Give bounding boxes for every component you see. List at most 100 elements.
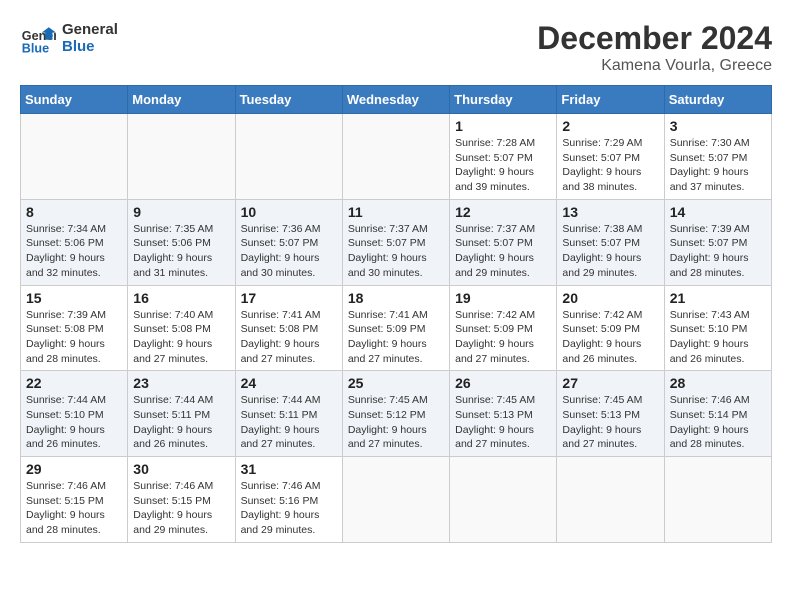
day-info: Sunrise: 7:37 AMSunset: 5:07 PMDaylight:… [455, 222, 551, 281]
day-number: 21 [670, 290, 766, 306]
calendar-cell: 15 Sunrise: 7:39 AMSunset: 5:08 PMDayligh… [21, 285, 128, 371]
day-info: Sunrise: 7:44 AMSunset: 5:10 PMDaylight:… [26, 393, 122, 452]
day-info: Sunrise: 7:36 AMSunset: 5:07 PMDaylight:… [241, 222, 337, 281]
day-info: Sunrise: 7:45 AMSunset: 5:13 PMDaylight:… [562, 393, 658, 452]
calendar-cell: 18 Sunrise: 7:41 AMSunset: 5:09 PMDayligh… [342, 285, 449, 371]
day-info: Sunrise: 7:37 AMSunset: 5:07 PMDaylight:… [348, 222, 444, 281]
day-number: 14 [670, 204, 766, 220]
calendar-week-3: 15 Sunrise: 7:39 AMSunset: 5:08 PMDayligh… [21, 285, 772, 371]
day-info: Sunrise: 7:44 AMSunset: 5:11 PMDaylight:… [241, 393, 337, 452]
header-day-friday: Friday [557, 86, 664, 114]
location: Kamena Vourla, Greece [537, 57, 772, 75]
logo: General Blue General Blue [20, 20, 118, 56]
calendar-cell [235, 114, 342, 200]
calendar-cell: 12Sunrise: 7:37 AMSunset: 5:07 PMDayligh… [450, 199, 557, 285]
day-number: 19 [455, 290, 551, 306]
calendar-cell: 29 Sunrise: 7:46 AMSunset: 5:15 PMDayligh… [21, 457, 128, 543]
calendar-cell: 1 Sunrise: 7:28 AMSunset: 5:07 PMDaylight… [450, 114, 557, 200]
calendar-cell: 25 Sunrise: 7:45 AMSunset: 5:12 PMDayligh… [342, 371, 449, 457]
logo-general: General [62, 21, 118, 38]
calendar-cell: 30 Sunrise: 7:46 AMSunset: 5:15 PMDayligh… [128, 457, 235, 543]
logo-blue: Blue [62, 38, 118, 55]
day-info: Sunrise: 7:42 AMSunset: 5:09 PMDaylight:… [562, 308, 658, 367]
day-number: 22 [26, 375, 122, 391]
day-number: 10 [241, 204, 337, 220]
day-info: Sunrise: 7:30 AMSunset: 5:07 PMDaylight:… [670, 136, 766, 195]
calendar-cell: 28 Sunrise: 7:46 AMSunset: 5:14 PMDayligh… [664, 371, 771, 457]
day-number: 1 [455, 118, 551, 134]
calendar-cell: 24 Sunrise: 7:44 AMSunset: 5:11 PMDayligh… [235, 371, 342, 457]
day-number: 25 [348, 375, 444, 391]
calendar-cell: 9 Sunrise: 7:35 AMSunset: 5:06 PMDaylight… [128, 199, 235, 285]
calendar-week-4: 22 Sunrise: 7:44 AMSunset: 5:10 PMDayligh… [21, 371, 772, 457]
calendar-week-2: 8 Sunrise: 7:34 AMSunset: 5:06 PMDaylight… [21, 199, 772, 285]
day-info: Sunrise: 7:40 AMSunset: 5:08 PMDaylight:… [133, 308, 229, 367]
day-number: 17 [241, 290, 337, 306]
calendar-cell: 27 Sunrise: 7:45 AMSunset: 5:13 PMDayligh… [557, 371, 664, 457]
header-day-thursday: Thursday [450, 86, 557, 114]
calendar-cell: 26 Sunrise: 7:45 AMSunset: 5:13 PMDayligh… [450, 371, 557, 457]
day-info: Sunrise: 7:42 AMSunset: 5:09 PMDaylight:… [455, 308, 551, 367]
svg-text:Blue: Blue [22, 41, 49, 55]
day-info: Sunrise: 7:39 AMSunset: 5:07 PMDaylight:… [670, 222, 766, 281]
day-number: 20 [562, 290, 658, 306]
calendar-cell [557, 457, 664, 543]
calendar-cell [342, 114, 449, 200]
calendar-cell: 14 Sunrise: 7:39 AMSunset: 5:07 PMDayligh… [664, 199, 771, 285]
calendar-cell: 20 Sunrise: 7:42 AMSunset: 5:09 PMDayligh… [557, 285, 664, 371]
day-info: Sunrise: 7:39 AMSunset: 5:08 PMDaylight:… [26, 308, 122, 367]
header-day-sunday: Sunday [21, 86, 128, 114]
title-area: December 2024 Kamena Vourla, Greece [537, 20, 772, 75]
day-number: 2 [562, 118, 658, 134]
logo-icon: General Blue [20, 20, 56, 56]
day-number: 3 [670, 118, 766, 134]
day-info: Sunrise: 7:28 AMSunset: 5:07 PMDaylight:… [455, 136, 551, 195]
day-info: Sunrise: 7:35 AMSunset: 5:06 PMDaylight:… [133, 222, 229, 281]
calendar-cell [21, 114, 128, 200]
day-number: 15 [26, 290, 122, 306]
calendar-cell: 17Sunrise: 7:41 AMSunset: 5:08 PMDayligh… [235, 285, 342, 371]
calendar-cell [342, 457, 449, 543]
calendar-body: 1 Sunrise: 7:28 AMSunset: 5:07 PMDaylight… [21, 114, 772, 543]
calendar-cell: 2Sunrise: 7:29 AMSunset: 5:07 PMDaylight… [557, 114, 664, 200]
calendar-cell: 16 Sunrise: 7:40 AMSunset: 5:08 PMDayligh… [128, 285, 235, 371]
day-number: 26 [455, 375, 551, 391]
day-number: 29 [26, 461, 122, 477]
day-number: 9 [133, 204, 229, 220]
header-day-saturday: Saturday [664, 86, 771, 114]
calendar-cell: 3 Sunrise: 7:30 AMSunset: 5:07 PMDaylight… [664, 114, 771, 200]
calendar-cell [450, 457, 557, 543]
calendar-cell: 8 Sunrise: 7:34 AMSunset: 5:06 PMDaylight… [21, 199, 128, 285]
day-number: 23 [133, 375, 229, 391]
header-day-wednesday: Wednesday [342, 86, 449, 114]
calendar-cell [664, 457, 771, 543]
month-year: December 2024 [537, 20, 772, 57]
calendar-cell: 31Sunrise: 7:46 AMSunset: 5:16 PMDayligh… [235, 457, 342, 543]
day-info: Sunrise: 7:46 AMSunset: 5:15 PMDaylight:… [133, 479, 229, 538]
day-number: 28 [670, 375, 766, 391]
day-number: 30 [133, 461, 229, 477]
day-info: Sunrise: 7:46 AMSunset: 5:14 PMDaylight:… [670, 393, 766, 452]
calendar-header-row: SundayMondayTuesdayWednesdayThursdayFrid… [21, 86, 772, 114]
calendar-cell: 23 Sunrise: 7:44 AMSunset: 5:11 PMDayligh… [128, 371, 235, 457]
day-number: 16 [133, 290, 229, 306]
day-number: 18 [348, 290, 444, 306]
day-info: Sunrise: 7:41 AMSunset: 5:09 PMDaylight:… [348, 308, 444, 367]
day-info: Sunrise: 7:44 AMSunset: 5:11 PMDaylight:… [133, 393, 229, 452]
calendar-cell: 10 Sunrise: 7:36 AMSunset: 5:07 PMDayligh… [235, 199, 342, 285]
day-number: 11 [348, 204, 444, 220]
day-number: 24 [241, 375, 337, 391]
day-info: Sunrise: 7:46 AMSunset: 5:16 PMDaylight:… [241, 479, 337, 538]
calendar-cell: 11 Sunrise: 7:37 AMSunset: 5:07 PMDayligh… [342, 199, 449, 285]
day-info: Sunrise: 7:45 AMSunset: 5:13 PMDaylight:… [455, 393, 551, 452]
day-info: Sunrise: 7:46 AMSunset: 5:15 PMDaylight:… [26, 479, 122, 538]
calendar-cell: 13Sunrise: 7:38 AMSunset: 5:07 PMDayligh… [557, 199, 664, 285]
day-info: Sunrise: 7:34 AMSunset: 5:06 PMDaylight:… [26, 222, 122, 281]
day-number: 8 [26, 204, 122, 220]
calendar-cell: 21Sunrise: 7:43 AMSunset: 5:10 PMDayligh… [664, 285, 771, 371]
day-info: Sunrise: 7:45 AMSunset: 5:12 PMDaylight:… [348, 393, 444, 452]
calendar: SundayMondayTuesdayWednesdayThursdayFrid… [20, 85, 772, 543]
day-number: 27 [562, 375, 658, 391]
calendar-cell [128, 114, 235, 200]
header: General Blue General Blue December 2024 … [20, 20, 772, 75]
